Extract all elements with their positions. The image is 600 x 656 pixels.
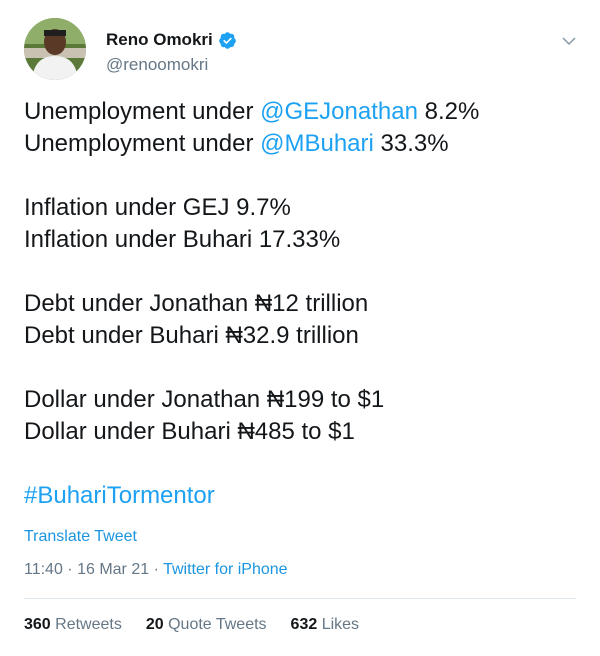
retweets-stat[interactable]: 360 Retweets: [24, 616, 122, 634]
divider: [24, 598, 576, 599]
author-display-name[interactable]: Reno Omokri: [106, 30, 213, 50]
tweet-line: Unemployment under @MBuhari 33.3%: [24, 130, 449, 157]
tweet-line: Inflation under GEJ 9.7%: [24, 194, 291, 221]
tweet-line: Dollar under Jonathan ₦199 to $1: [24, 386, 385, 413]
tweet-line: Debt under Buhari ₦32.9 trillion: [24, 322, 359, 349]
tweet-date[interactable]: 16 Mar 21: [77, 561, 149, 578]
tweet-line: Unemployment under @GEJonathan 8.2%: [24, 98, 480, 125]
tweet-line: Inflation under Buhari 17.33%: [24, 226, 341, 253]
avatar-image: [24, 18, 86, 80]
translate-tweet-link[interactable]: Translate Tweet: [24, 528, 137, 546]
mention-link[interactable]: @MBuhari: [260, 130, 374, 157]
tweet-time[interactable]: 11:40: [24, 561, 63, 578]
tweet-header: Reno Omokri @renoomokri: [24, 18, 584, 82]
tweet-stats: 360 Retweets 20 Quote Tweets 632 Likes: [24, 616, 359, 634]
tweet-line: Dollar under Buhari ₦485 to $1: [24, 418, 355, 445]
tweet-line: Debt under Jonathan ₦12 trillion: [24, 290, 369, 317]
mention-link[interactable]: @GEJonathan: [260, 98, 418, 125]
avatar[interactable]: [24, 18, 86, 80]
verified-badge-icon: [218, 31, 236, 49]
chevron-down-icon[interactable]: [560, 32, 578, 50]
author-handle[interactable]: @renoomokri: [106, 55, 237, 75]
tweet-meta: 11:40 · 16 Mar 21 · Twitter for iPhone: [24, 561, 288, 578]
tweet-source-link[interactable]: Twitter for iPhone: [163, 561, 288, 578]
author-names: Reno Omokri @renoomokri: [106, 28, 237, 75]
likes-stat[interactable]: 632 Likes: [291, 616, 360, 634]
hashtag-link[interactable]: #BuhariTormentor: [24, 482, 215, 509]
tweet-text: Unemployment under @GEJonathan 8.2% Unem…: [24, 96, 584, 512]
tweet-line: #BuhariTormentor: [24, 480, 584, 512]
quote-tweets-stat[interactable]: 20 Quote Tweets: [146, 616, 267, 634]
